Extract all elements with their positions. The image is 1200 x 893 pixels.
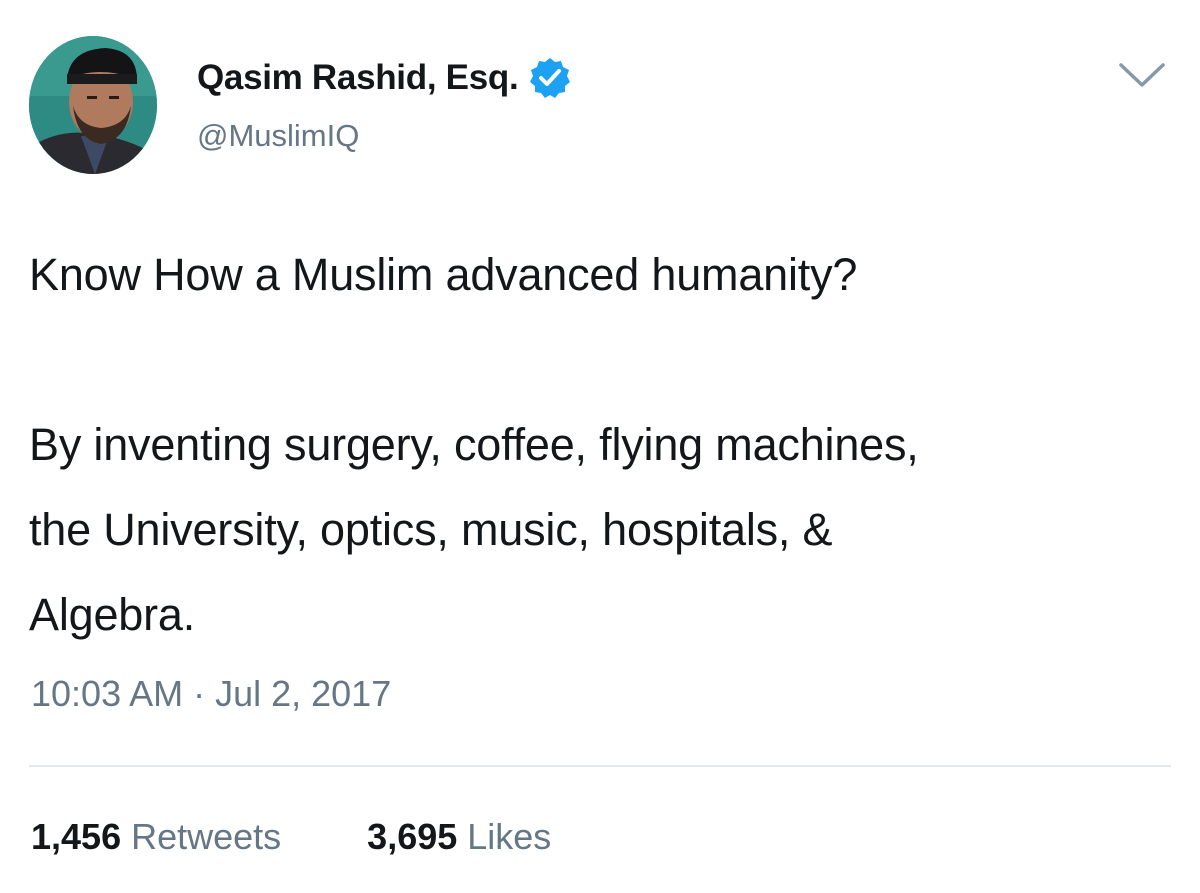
verified-badge-icon (530, 58, 571, 98)
tweet-stats: 1,456 Retweets 3,695 Likes (31, 816, 551, 858)
tweet-card: Qasim Rashid, Esq. @MuslimIQ Know How a … (0, 0, 1200, 893)
avatar[interactable] (29, 36, 157, 174)
tweet-text-line: Know How a Muslim advanced humanity? (29, 249, 858, 300)
divider (29, 765, 1171, 767)
tweet-timestamp[interactable]: 10:03 AM · Jul 2, 2017 (31, 673, 391, 715)
retweets-count: 1,456 (31, 816, 132, 857)
author-display-name[interactable]: Qasim Rashid, Esq. (197, 58, 519, 98)
likes-stat[interactable]: 3,695 Likes (367, 816, 551, 858)
retweets-stat[interactable]: 1,456 Retweets (31, 816, 281, 858)
retweets-label: Retweets (131, 816, 282, 857)
tweet-text: Know How a Muslim advanced humanity? By … (29, 232, 1179, 657)
likes-label: Likes (467, 816, 552, 857)
chevron-down-icon[interactable] (1117, 60, 1167, 90)
author-handle[interactable]: @MuslimIQ (197, 118, 359, 154)
tweet-text-line: the University, optics, music, hospitals… (29, 504, 833, 555)
author-name-row[interactable]: Qasim Rashid, Esq. (197, 56, 572, 100)
avatar-photo (29, 36, 157, 174)
likes-count: 3,695 (367, 816, 468, 857)
tweet-text-line: Algebra. (29, 589, 196, 640)
tweet-text-line: By inventing surgery, coffee, flying mac… (29, 419, 919, 470)
